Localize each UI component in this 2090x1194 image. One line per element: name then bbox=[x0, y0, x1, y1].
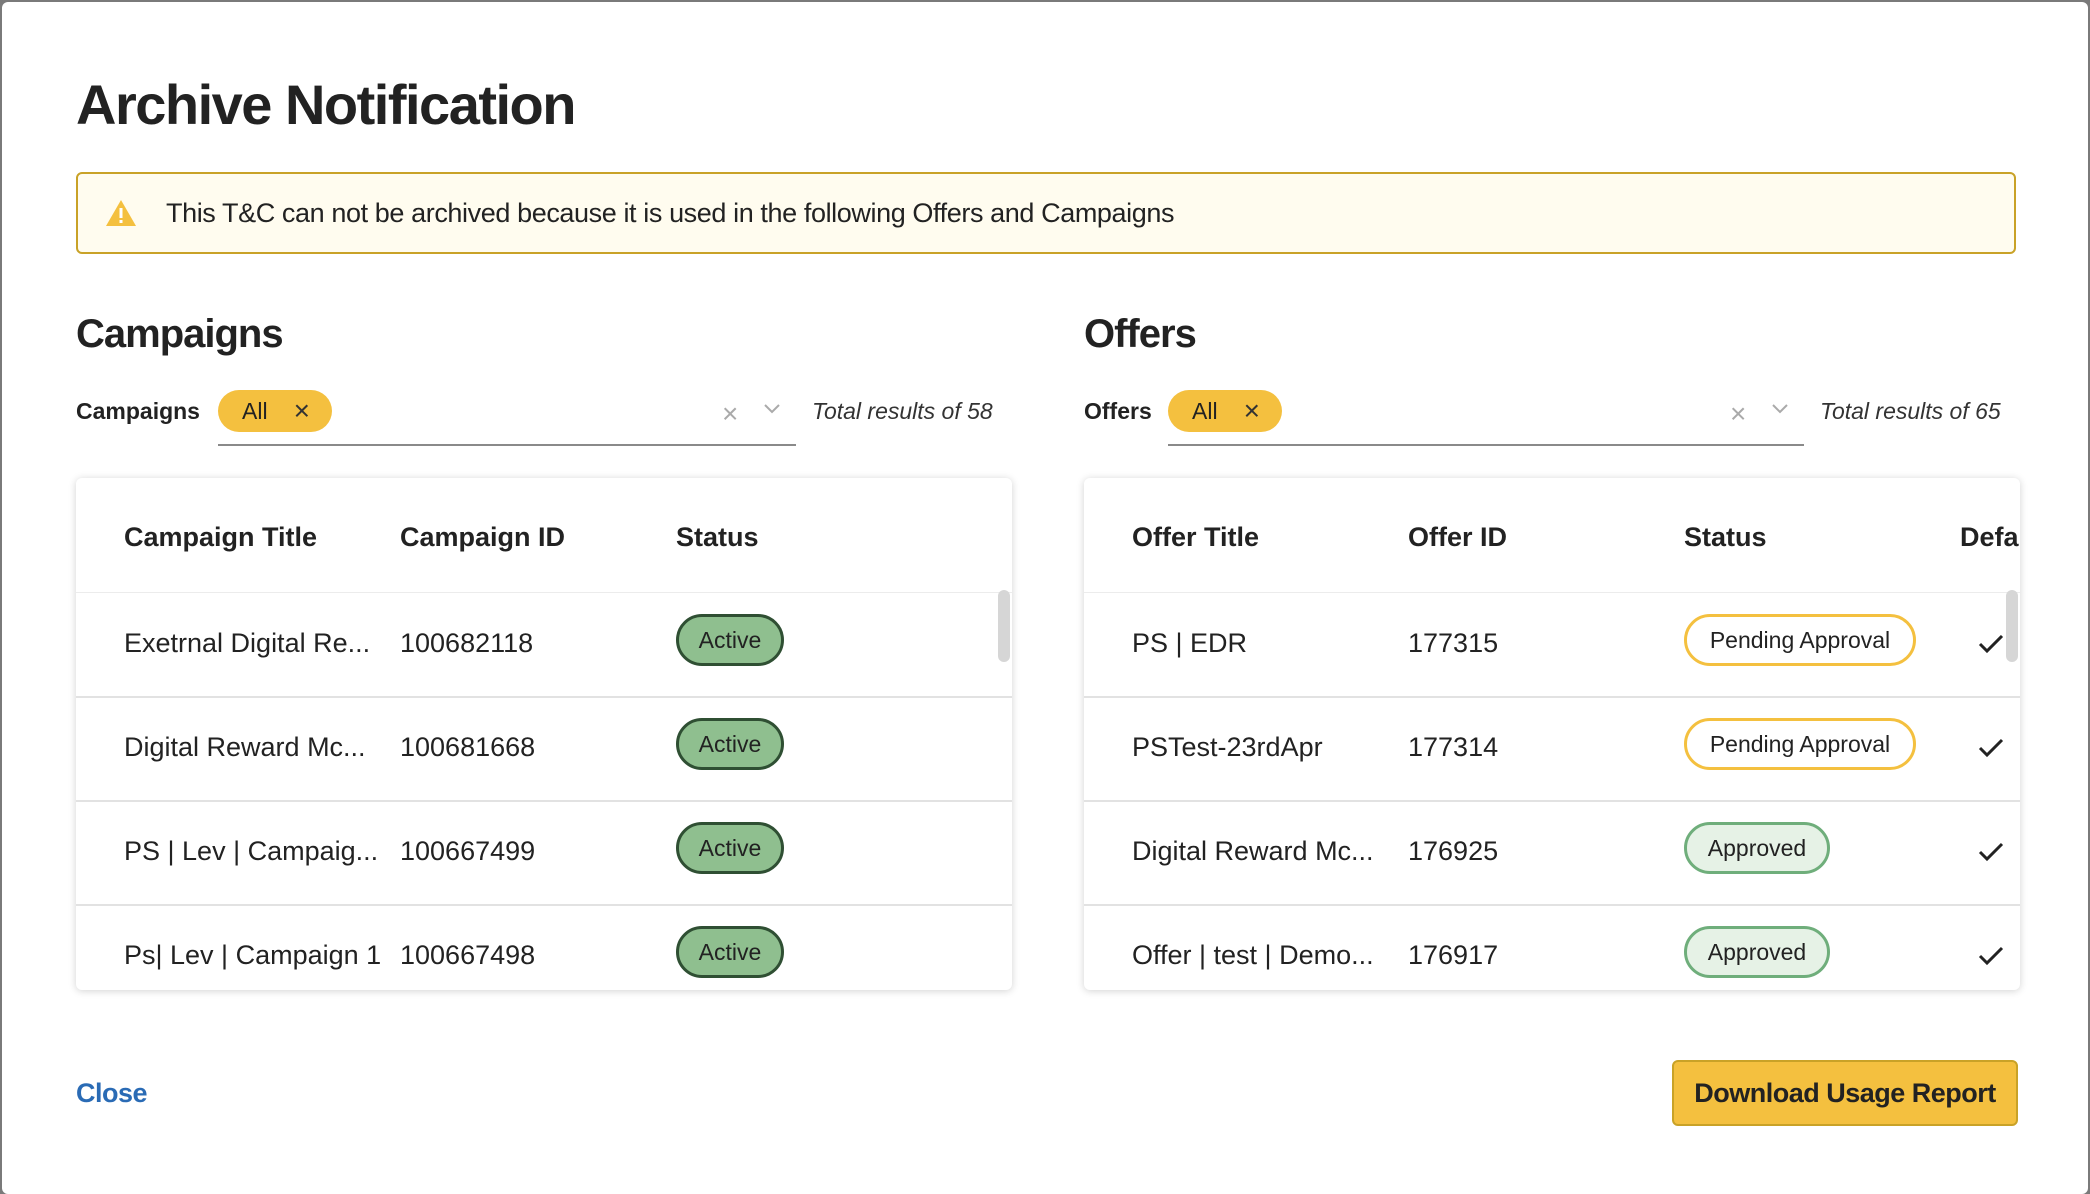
modal-title: Archive Notification bbox=[76, 73, 576, 136]
campaigns-filter-select[interactable]: All × × bbox=[218, 386, 796, 446]
table-row[interactable]: Offer | test | Demo... 176917 Approved bbox=[1084, 904, 2020, 990]
campaigns-filter-label: Campaigns bbox=[76, 398, 200, 424]
offers-scrollbar[interactable] bbox=[2006, 590, 2018, 662]
campaign-id-cell: 100667499 bbox=[400, 836, 536, 866]
campaign-id-cell: 100667498 bbox=[400, 940, 536, 970]
campaigns-scrollbar[interactable] bbox=[998, 590, 1010, 662]
campaigns-filter-chip: All × bbox=[218, 390, 332, 432]
chip-label: All bbox=[242, 397, 268, 424]
campaign-title-cell: PS | Lev | Campaig... bbox=[124, 836, 379, 866]
campaign-id-cell: 100682118 bbox=[400, 628, 534, 658]
warning-banner: This T&C can not be archived because it … bbox=[76, 172, 2016, 254]
campaigns-table: Campaign Title Campaign ID Status Exetrn… bbox=[76, 478, 1012, 990]
campaigns-total-results: Total results of 58 bbox=[812, 398, 993, 424]
table-row[interactable]: PS | EDR 177315 Pending Approval bbox=[1084, 592, 2020, 698]
offers-table: Offer Title Offer ID Status Defa PS | ED… bbox=[1084, 478, 2020, 990]
check-icon bbox=[1978, 634, 2004, 654]
chip-remove-icon[interactable]: × bbox=[1244, 397, 1260, 425]
table-header: Campaign Title Campaign ID Status bbox=[76, 478, 1012, 593]
offers-total-results: Total results of 65 bbox=[1820, 398, 2001, 424]
column-header-offer-id[interactable]: Offer ID bbox=[1408, 522, 1507, 553]
download-usage-report-button[interactable]: Download Usage Report bbox=[1672, 1060, 2018, 1126]
offer-title-cell: PS | EDR bbox=[1132, 628, 1248, 658]
offer-title-cell: Digital Reward Mc... bbox=[1132, 836, 1374, 866]
offer-title-cell: Offer | test | Demo... bbox=[1132, 940, 1374, 970]
warning-triangle-icon bbox=[106, 200, 136, 226]
offer-title-cell: PSTest-23rdApr bbox=[1132, 732, 1323, 762]
archive-notification-modal: Archive Notification This T&C can not be… bbox=[2, 2, 2088, 1194]
offer-id-cell: 176917 bbox=[1408, 940, 1499, 970]
offers-heading: Offers bbox=[1084, 312, 1197, 356]
status-badge: Active bbox=[676, 614, 784, 666]
table-row[interactable]: Ps| Lev | Campaign 1 100667498 Active bbox=[76, 904, 1012, 990]
table-row[interactable]: PS | Lev | Campaig... 100667499 Active bbox=[76, 800, 1012, 906]
offers-filter-label: Offers bbox=[1084, 398, 1152, 424]
check-icon bbox=[1978, 738, 2004, 758]
campaign-title-cell: Exetrnal Digital Re... bbox=[124, 628, 371, 658]
table-row[interactable]: Digital Reward Mc... 176925 Approved bbox=[1084, 800, 2020, 906]
offer-id-cell: 177315 bbox=[1408, 628, 1499, 658]
table-header: Offer Title Offer ID Status Defa bbox=[1084, 478, 2020, 593]
status-badge: Pending Approval bbox=[1684, 614, 1916, 666]
offer-id-cell: 177314 bbox=[1408, 732, 1499, 762]
offers-filter-select[interactable]: All × × bbox=[1168, 386, 1804, 446]
column-header-offer-title[interactable]: Offer Title bbox=[1132, 522, 1259, 553]
chip-remove-icon[interactable]: × bbox=[294, 397, 310, 425]
offers-filter-chip: All × bbox=[1168, 390, 1282, 432]
chip-label: All bbox=[1192, 397, 1218, 424]
column-header-status[interactable]: Status bbox=[676, 522, 759, 553]
offer-id-cell: 176925 bbox=[1408, 836, 1499, 866]
status-badge: Active bbox=[676, 926, 784, 978]
campaign-title-cell: Ps| Lev | Campaign 1 bbox=[124, 940, 382, 970]
clear-icon[interactable]: × bbox=[722, 398, 738, 430]
status-badge: Approved bbox=[1684, 926, 1830, 978]
chevron-down-icon[interactable] bbox=[1772, 404, 1788, 414]
check-icon bbox=[1978, 946, 2004, 966]
column-header-status[interactable]: Status bbox=[1684, 522, 1767, 553]
chevron-down-icon[interactable] bbox=[764, 404, 780, 414]
column-header-default[interactable]: Defa bbox=[1960, 522, 2019, 553]
status-badge: Active bbox=[676, 718, 784, 770]
table-row[interactable]: Exetrnal Digital Re... 100682118 Active bbox=[76, 592, 1012, 698]
column-header-campaign-title[interactable]: Campaign Title bbox=[124, 522, 317, 553]
clear-icon[interactable]: × bbox=[1730, 398, 1746, 430]
check-icon bbox=[1978, 842, 2004, 862]
column-header-campaign-id[interactable]: Campaign ID bbox=[400, 522, 565, 553]
campaigns-heading: Campaigns bbox=[76, 312, 284, 356]
campaign-title-cell: Digital Reward Mc... bbox=[124, 732, 366, 762]
campaign-id-cell: 100681668 bbox=[400, 732, 536, 762]
close-link[interactable]: Close bbox=[76, 1078, 148, 1109]
status-badge: Approved bbox=[1684, 822, 1830, 874]
table-row[interactable]: Digital Reward Mc... 100681668 Active bbox=[76, 696, 1012, 802]
status-badge: Pending Approval bbox=[1684, 718, 1916, 770]
warning-text: This T&C can not be archived because it … bbox=[166, 197, 1175, 228]
table-row[interactable]: PSTest-23rdApr 177314 Pending Approval bbox=[1084, 696, 2020, 802]
status-badge: Active bbox=[676, 822, 784, 874]
